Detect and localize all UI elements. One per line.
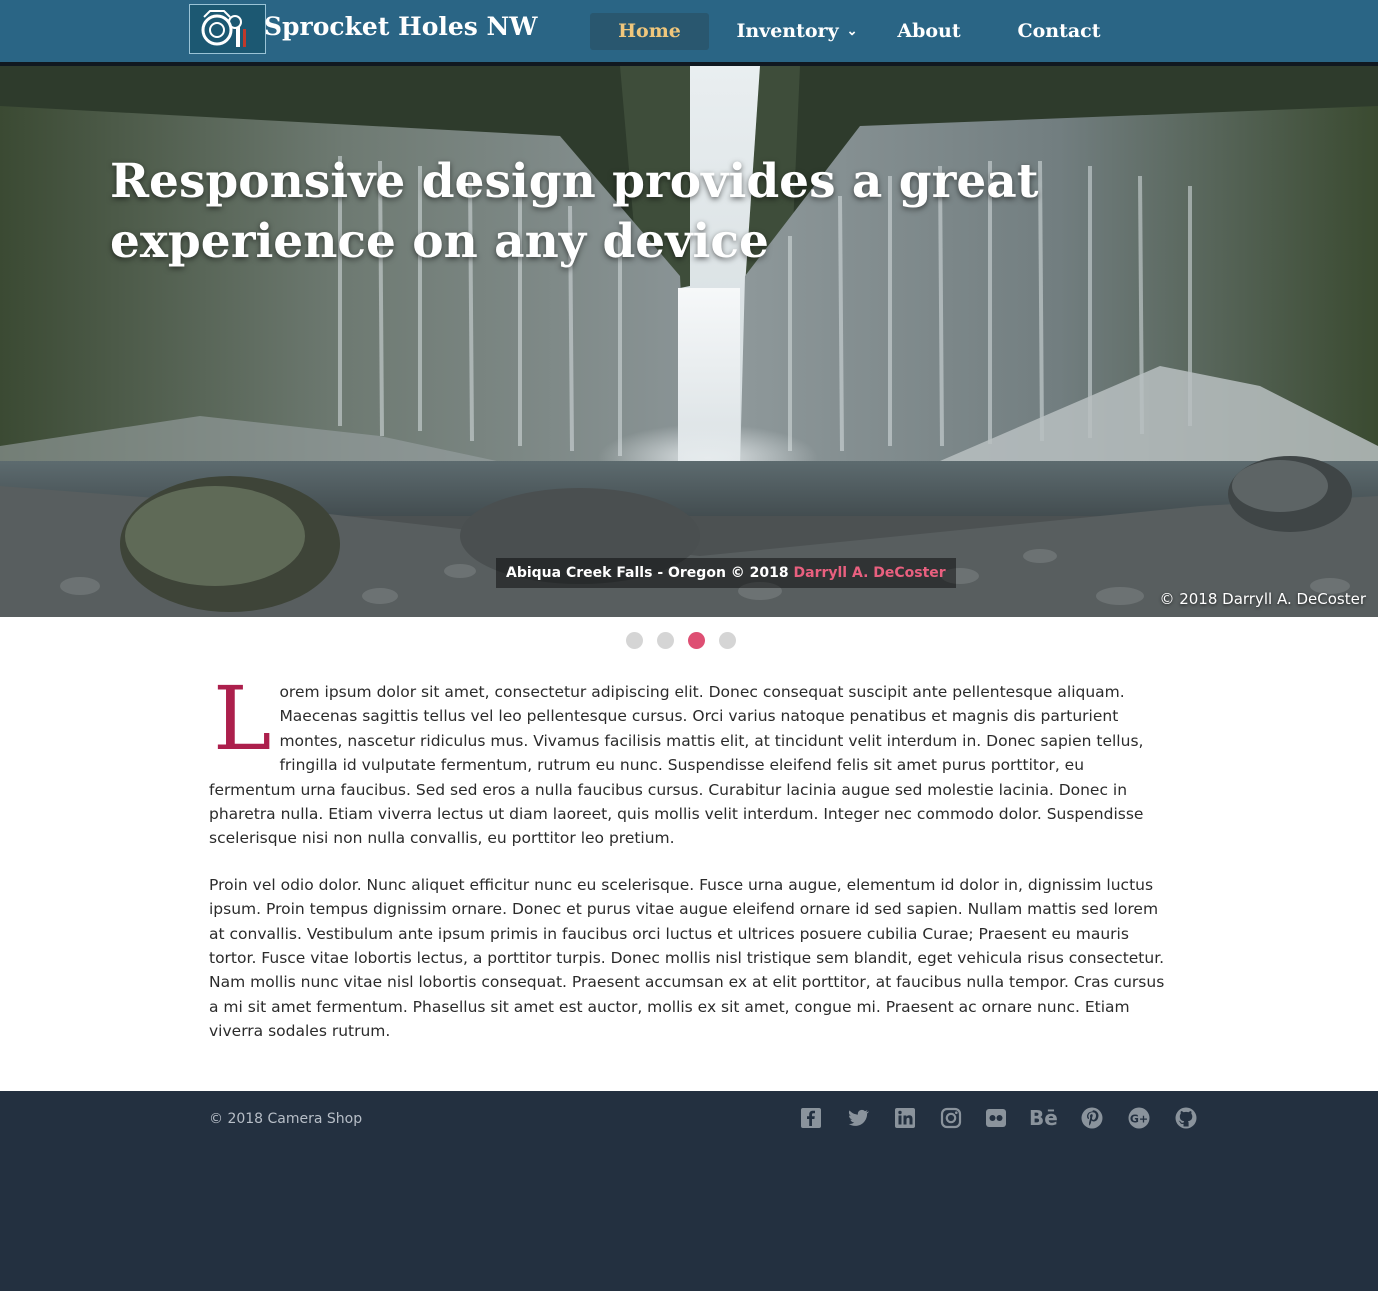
caption-text: Abiqua Creek Falls - Oregon © 2018 [506, 565, 789, 581]
github-icon[interactable] [1174, 1106, 1200, 1132]
nav-about[interactable]: About [890, 13, 968, 50]
footer-copyright-text: 2018 Camera Shop [227, 1111, 363, 1127]
hero-headline: Responsive design provides a great exper… [110, 154, 1039, 269]
copyright-icon: © [209, 1111, 223, 1127]
caption-credit-link[interactable]: Darryll A. DeCoster [794, 565, 946, 581]
paragraph-1-text: orem ipsum dolor sit amet, consectetur a… [209, 683, 1144, 848]
twitter-icon[interactable] [846, 1106, 872, 1132]
drop-cap: L [213, 667, 272, 770]
flickr-icon[interactable] [984, 1106, 1010, 1132]
carousel-dot-1[interactable] [626, 632, 643, 649]
nav-home[interactable]: Home [590, 13, 709, 50]
brand-name[interactable]: Sprocket Holes NW [264, 12, 538, 41]
carousel-dot-4[interactable] [719, 632, 736, 649]
chevron-down-icon: ⌄ [846, 24, 858, 39]
photo-caption: Abiqua Creek Falls - Oregon © 2018 Darry… [496, 558, 956, 588]
nav-inventory-label: Inventory [736, 20, 839, 42]
linkedin-icon[interactable] [893, 1106, 919, 1132]
carousel-dot-3[interactable] [688, 632, 705, 649]
nav-contact[interactable]: Contact [1010, 13, 1108, 50]
top-navigation: Sprocket Holes NW Home Inventory ⌄ About … [0, 0, 1378, 66]
carousel-dot-2[interactable] [657, 632, 674, 649]
hero-slide[interactable]: Responsive design provides a great exper… [0, 66, 1378, 617]
paragraph-2: Proin vel odio dolor. Nunc aliquet effic… [209, 875, 1165, 1041]
hero-waterfall-image [0, 66, 1378, 617]
google-plus-icon[interactable]: G+ [1127, 1106, 1153, 1132]
pinterest-icon[interactable] [1080, 1106, 1106, 1132]
paragraph-1: Lorem ipsum dolor sit amet, consectetur … [209, 667, 1171, 851]
instagram-icon[interactable] [939, 1106, 965, 1132]
footer-copyright: © 2018 Camera Shop [209, 1111, 362, 1127]
site-footer: © 2018 Camera Shop Bē G+ [0, 1091, 1378, 1291]
facebook-icon[interactable] [799, 1106, 825, 1132]
image-copyright: © 2018 Darryll A. DeCoster [1159, 590, 1366, 608]
svg-text:G+: G+ [1130, 1113, 1148, 1126]
logo-camera-icon[interactable] [189, 4, 266, 54]
main-content: Lorem ipsum dolor sit amet, consectetur … [209, 667, 1171, 1066]
behance-icon[interactable]: Bē [1029, 1106, 1058, 1132]
nav-inventory[interactable]: Inventory ⌄ [728, 13, 866, 50]
